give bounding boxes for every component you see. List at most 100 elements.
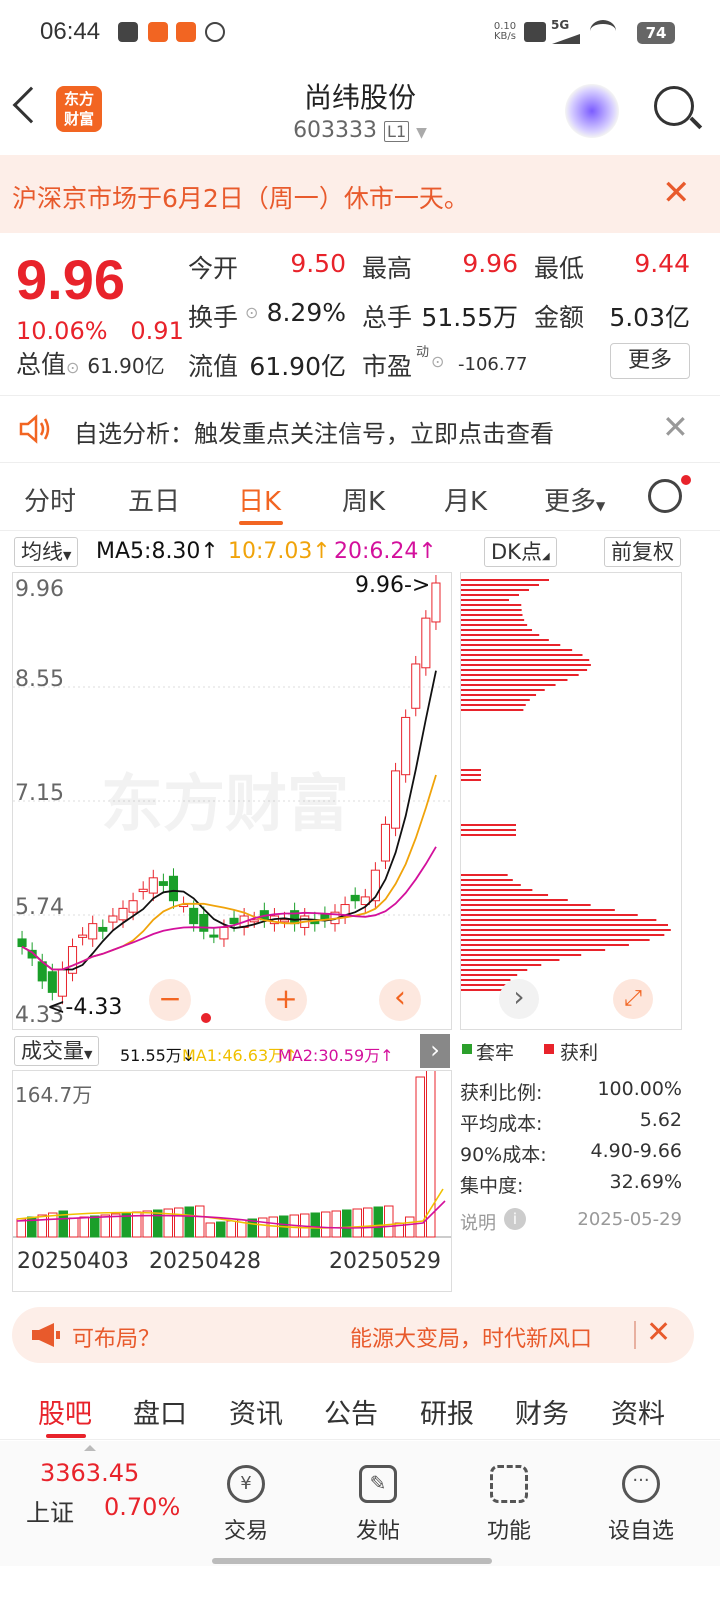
volume-bar [205,1222,215,1238]
volume-chart[interactable]: 164.7万 20250403 20250428 20250529 [12,1070,452,1292]
y-tick-1: 9.96 [15,577,64,602]
volume-bar [321,1211,331,1238]
volume-bar [331,1210,341,1238]
chip-bar [461,879,513,881]
dk-point-button[interactable]: DK点◢ [484,537,557,567]
grid-icon [490,1465,528,1503]
zoom-in-button[interactable]: + [265,979,307,1021]
volume-bar [37,1214,47,1238]
volume-bar [79,1216,89,1238]
chip-bar [461,959,560,961]
chip-bar [461,619,525,621]
wifi-icon [590,20,616,42]
active-tab-indicator [239,521,283,525]
caret-icon: ◢ [541,551,550,562]
tab-profile[interactable]: 资料 [611,1392,665,1431]
quote-panel: 9.96 10.06% 0.91 总值⊙ 61.90亿 今开 9.50 最高 9… [0,235,720,395]
tab-news[interactable]: 资讯 [229,1392,283,1431]
chip-bar [461,909,615,911]
info-icon[interactable]: i [504,1208,526,1230]
close-icon[interactable]: ✕ [662,408,689,446]
close-icon[interactable]: ✕ [662,173,691,213]
tab-financials[interactable]: 财务 [515,1392,569,1431]
candle [279,919,290,923]
assistant-avatar[interactable] [565,84,619,138]
event-dot[interactable] [201,1013,211,1023]
gear-icon[interactable] [648,479,682,513]
promo-right-text: 能源大变局，时代新风口 [350,1327,593,1352]
indicator-selector[interactable]: 均线▼ [14,537,79,567]
legend-profit: 获利 [560,1042,599,1064]
notification-dot [681,475,691,485]
mcap-label: 总值 [16,350,67,379]
mcap-value: 61.90亿 [87,354,165,378]
high-marker: 9.96-> [355,573,431,598]
battery-icon: 74 [637,22,675,44]
index-name[interactable]: 上证 [26,1493,74,1528]
chip-bar [461,914,638,916]
chip-bar [461,604,522,606]
signal-banner[interactable]: 自选分析：触发重点关注信号，立即点击查看 ✕ [0,395,720,463]
tab-daily-k[interactable]: 日K [238,481,281,518]
scroll-left-button[interactable]: ‹ [379,979,421,1021]
speaker-icon [19,414,50,444]
kline-chart[interactable]: 9.96 8.55 7.15 5.74 4.33 东方财富 9.96-> <-4… [12,572,452,1030]
y-tick-3: 7.15 [15,781,64,806]
more-quote-button[interactable]: 更多 [610,343,690,379]
chip-bar [461,944,629,946]
stock-code: 603333 [293,118,378,143]
chip-distribution-chart[interactable]: › ⤢ [460,572,682,1030]
nav-functions[interactable]: 功能 [459,1441,559,1545]
market-notice[interactable]: 沪深京市场于6月2日（周一）休市一天。 ✕ [0,155,720,233]
nav-add-watchlist[interactable]: ··· 设自选 [591,1441,691,1545]
caret-down-icon: ▼ [596,499,606,513]
zoom-out-button[interactable]: − [149,979,191,1021]
nav-trade[interactable]: ¥ 交易 [196,1441,296,1545]
tab-forum[interactable]: 股吧 [38,1392,92,1431]
profit-ratio-label: 获利比例: [460,1082,543,1104]
expand-icon[interactable]: ⤢ [613,979,653,1019]
promo-left-text: 可布局？ [72,1327,161,1352]
info-icon[interactable]: ⊙ [245,303,258,322]
collapse-arrow-icon[interactable]: › [420,1034,450,1068]
chip-bar [461,694,537,696]
index-value[interactable]: 3363.45 [40,1459,139,1487]
volume-selector[interactable]: 成交量▼ [14,1036,100,1066]
info-icon[interactable]: ⊙ [66,358,79,377]
tab-intraday[interactable]: 分时 [24,481,76,518]
tab-monthly-k[interactable]: 月K [444,481,487,518]
tab-research[interactable]: 研报 [420,1392,474,1431]
chip-next-button[interactable]: › [499,979,539,1019]
note-label[interactable]: 说明 [460,1209,496,1235]
chip-bar [461,639,549,641]
close-icon[interactable]: ✕ [646,1315,671,1350]
ma20-value: 20:6.24↑ [334,539,437,564]
tab-weekly-k[interactable]: 周K [342,481,385,518]
cost90-value: 4.90-9.66 [590,1140,682,1162]
tab-orderbook[interactable]: 盘口 [133,1392,187,1431]
promo-banner[interactable]: 可布局？ 能源大变局，时代新风口 ✕ [12,1307,694,1363]
volume-bar [363,1207,373,1238]
index-change[interactable]: 0.70% [104,1493,180,1521]
indicator-selector-label: 均线 [21,540,63,564]
nav-post[interactable]: ✎ 发帖 [328,1441,428,1545]
tab-more[interactable]: 更多▼ [544,481,605,518]
tab-announcements[interactable]: 公告 [324,1392,378,1431]
volume-bar [373,1206,383,1238]
pe-value: -106.77 [458,354,528,375]
y-tick-4: 5.74 [15,895,64,920]
chip-bar [461,904,591,906]
search-icon[interactable] [654,86,694,126]
turnover-value: 8.29% [266,298,346,327]
bottom-nav: 3363.45 上证 0.70% ¥ 交易 ✎ 发帖 功能 ··· 设自选 [0,1441,720,1566]
info-icon[interactable]: ⊙ [431,352,444,371]
float-label: 流值 [188,352,239,381]
adjust-button[interactable]: 前复权 [604,537,681,567]
tab-more-label: 更多 [544,487,597,517]
chip-bar [461,589,529,591]
tab-five-day[interactable]: 五日 [128,481,180,518]
chip-bar [461,889,533,891]
current-price: 9.96 [16,248,125,311]
volume-bar [352,1208,362,1238]
open-value: 9.50 [290,249,346,278]
